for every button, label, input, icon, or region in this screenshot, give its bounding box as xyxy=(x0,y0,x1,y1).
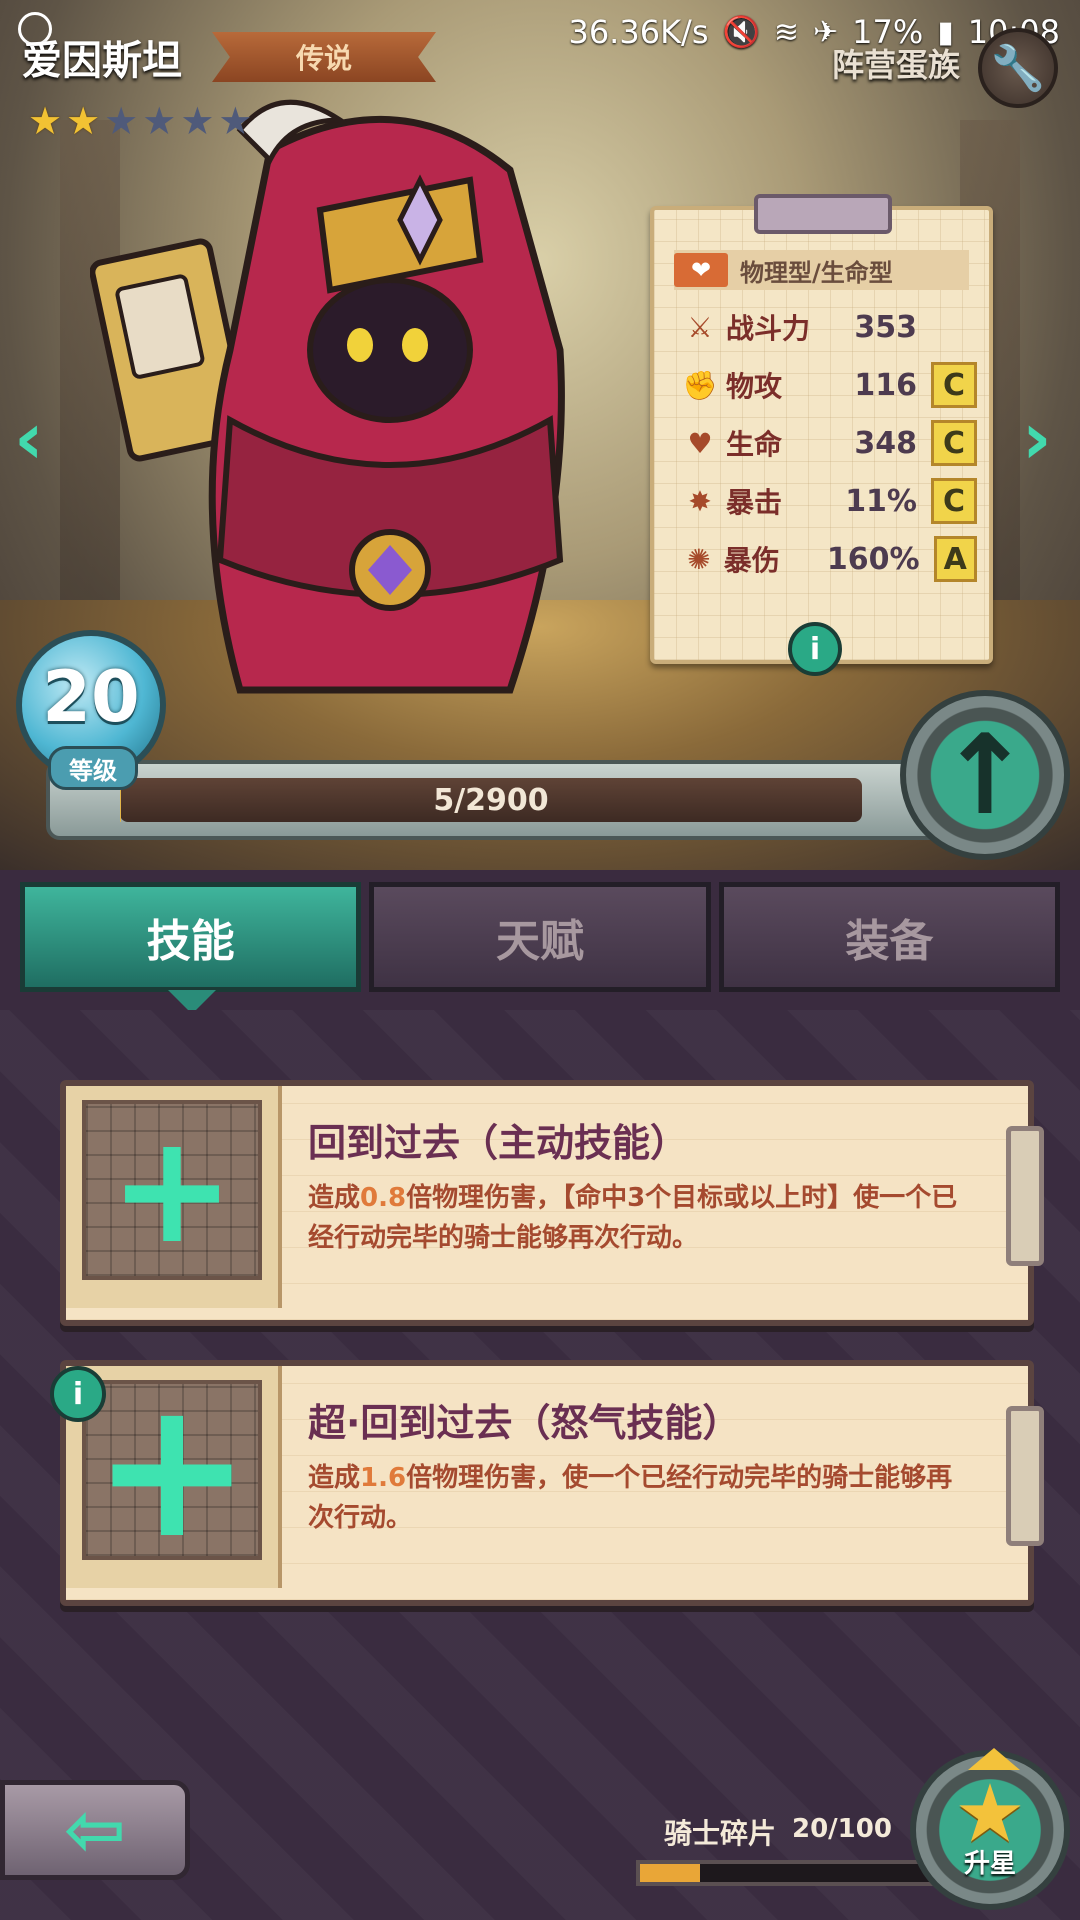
stat-label: 生命 xyxy=(726,428,783,461)
back-button[interactable]: ⇦ xyxy=(0,1780,190,1880)
star-filled-icon: ★ xyxy=(28,99,63,143)
heart-icon: ♥ xyxy=(687,426,713,460)
skill-card-active[interactable]: + 回到过去（主动技能） 造成0.8倍物理伤害，【命中3个目标或以上时】使一个已… xyxy=(60,1080,1044,1326)
stats-info-button[interactable]: i xyxy=(788,622,842,676)
card-clip xyxy=(1006,1126,1044,1266)
burst-icon: ✺ xyxy=(687,542,711,576)
wifi-icon: ≋ xyxy=(773,14,799,50)
shard-progress-fill xyxy=(640,1864,701,1882)
stat-label: 战斗力 xyxy=(726,312,811,345)
level-number: 20 xyxy=(42,656,140,738)
stat-grade: C xyxy=(931,362,977,408)
stat-row-attack: ✊ 物攻 116 C xyxy=(682,360,977,410)
skill-title: 超·回到过去（怒气技能） xyxy=(308,1401,741,1445)
skill-desc-prefix: 造成 xyxy=(308,1463,361,1493)
tab-bar: 技能 天赋 装备 xyxy=(20,882,1060,992)
skill-card-rage[interactable]: + 超·回到过去（怒气技能） 造成1.6倍物理伤害，使一个已经行动完毕的骑士能够… xyxy=(60,1360,1044,1606)
skill-info-button[interactable]: i xyxy=(50,1366,106,1422)
card-clip xyxy=(1006,1406,1044,1546)
skill-desc-prefix: 造成 xyxy=(308,1183,361,1213)
stat-row-crit-damage: ✺ 暴伤 160% A xyxy=(682,534,977,584)
stat-label: 物攻 xyxy=(726,370,783,403)
heart-type-icon: ❤ xyxy=(674,253,728,287)
shard-progress-bar xyxy=(636,1860,946,1886)
shard-count: 20/100 xyxy=(792,1814,892,1844)
skill-multiplier: 0.8 xyxy=(360,1183,407,1213)
skill-description: 造成0.8倍物理伤害，【命中3个目标或以上时】使一个已经行动完毕的骑士能够再次行… xyxy=(308,1178,958,1258)
star-empty-icon: ★ xyxy=(218,99,253,143)
star-empty-icon: ★ xyxy=(104,99,139,143)
skill-title: 回到过去（主动技能） xyxy=(308,1121,689,1165)
stat-label: 暴伤 xyxy=(723,544,780,577)
star-filled-icon: ★ xyxy=(66,99,101,143)
tab-talents[interactable]: 天赋 xyxy=(369,882,711,992)
tab-skills[interactable]: 技能 xyxy=(20,882,362,992)
previous-hero-button[interactable]: ‹ xyxy=(14,396,44,480)
network-speed: 36.36K/s xyxy=(568,13,709,51)
rarity-ribbon: 传说 xyxy=(212,32,436,82)
level-label: 等级 xyxy=(48,746,138,790)
star-icon: ★ xyxy=(954,1767,1026,1860)
shard-label: 骑士碎片 xyxy=(664,1817,777,1850)
left-arrow-icon: ⇦ xyxy=(63,1787,126,1873)
star-empty-icon: ★ xyxy=(142,99,177,143)
wrench-icon: 🔧 xyxy=(990,43,1046,94)
faction-label: 阵营蛋族 xyxy=(831,46,960,84)
stat-row-power: ⚔ 战斗力 353 xyxy=(682,302,977,352)
power-icon: ⚔ xyxy=(687,310,713,344)
hero-name: 爱因斯坦 xyxy=(22,38,182,84)
stat-value: 348 xyxy=(854,425,917,461)
wrench-settings-button[interactable]: 🔧 xyxy=(978,28,1058,108)
tab-equipment[interactable]: 装备 xyxy=(718,882,1060,992)
next-hero-button[interactable]: › xyxy=(1022,396,1052,480)
clipboard-clip xyxy=(754,194,892,234)
level-up-button[interactable]: ↑ xyxy=(900,690,1070,860)
fist-icon: ✊ xyxy=(682,368,718,402)
star-up-button[interactable]: ★ 升星 xyxy=(910,1748,1070,1910)
skill-description: 造成1.6倍物理伤害，使一个已经行动完毕的骑士能够再次行动。 xyxy=(308,1458,958,1538)
xp-text: 5/2900 xyxy=(433,782,549,818)
character-illustration xyxy=(90,99,565,694)
stat-row-crit: ✸ 暴击 11% C xyxy=(682,476,977,526)
stat-label: 暴击 xyxy=(726,486,783,519)
stats-card: ❤ 物理型/生命型 ⚔ 战斗力 353 ✊ 物攻 116 C ♥ 生命 348 … xyxy=(650,194,993,664)
hero-type-row: ❤ 物理型/生命型 xyxy=(674,250,969,290)
stat-grade xyxy=(931,304,977,350)
star-rating: ★ ★ ★ ★ ★ ★ xyxy=(28,102,252,140)
stat-value: 353 xyxy=(854,309,917,345)
stat-grade: C xyxy=(931,478,977,524)
stat-value: 11% xyxy=(845,483,917,519)
xp-bar: 5/2900 xyxy=(46,760,946,840)
stat-value: 116 xyxy=(854,367,917,403)
skill-desc-rest: 倍物理伤害，【命中3个目标或以上时】使一个已经行动完毕的骑士能够再次行动。 xyxy=(308,1183,958,1253)
hero-type-label: 物理型/生命型 xyxy=(740,258,893,287)
xp-track: 5/2900 xyxy=(120,778,862,822)
stat-row-hp: ♥ 生命 348 C xyxy=(682,418,977,468)
hero-showcase: 36.36K/s 🔇 ≋ ✈ 17% ▮ 10:08 爱因斯坦 传说 阵营蛋族 … xyxy=(0,0,1080,870)
plus-icon: + xyxy=(82,1100,262,1280)
crit-icon: ✸ xyxy=(688,484,712,518)
up-arrow-icon: ↑ xyxy=(938,711,1032,839)
plus-icon: + xyxy=(82,1375,262,1565)
star-up-label: 升星 xyxy=(963,1849,1016,1879)
stat-grade: A xyxy=(933,536,977,582)
skill-multiplier: 1.6 xyxy=(360,1463,407,1493)
mute-icon: 🔇 xyxy=(722,14,760,50)
stat-grade: C xyxy=(931,420,977,466)
skill-icon-frame: + xyxy=(66,1086,282,1308)
stat-value: 160% xyxy=(826,541,920,577)
star-empty-icon: ★ xyxy=(180,99,215,143)
